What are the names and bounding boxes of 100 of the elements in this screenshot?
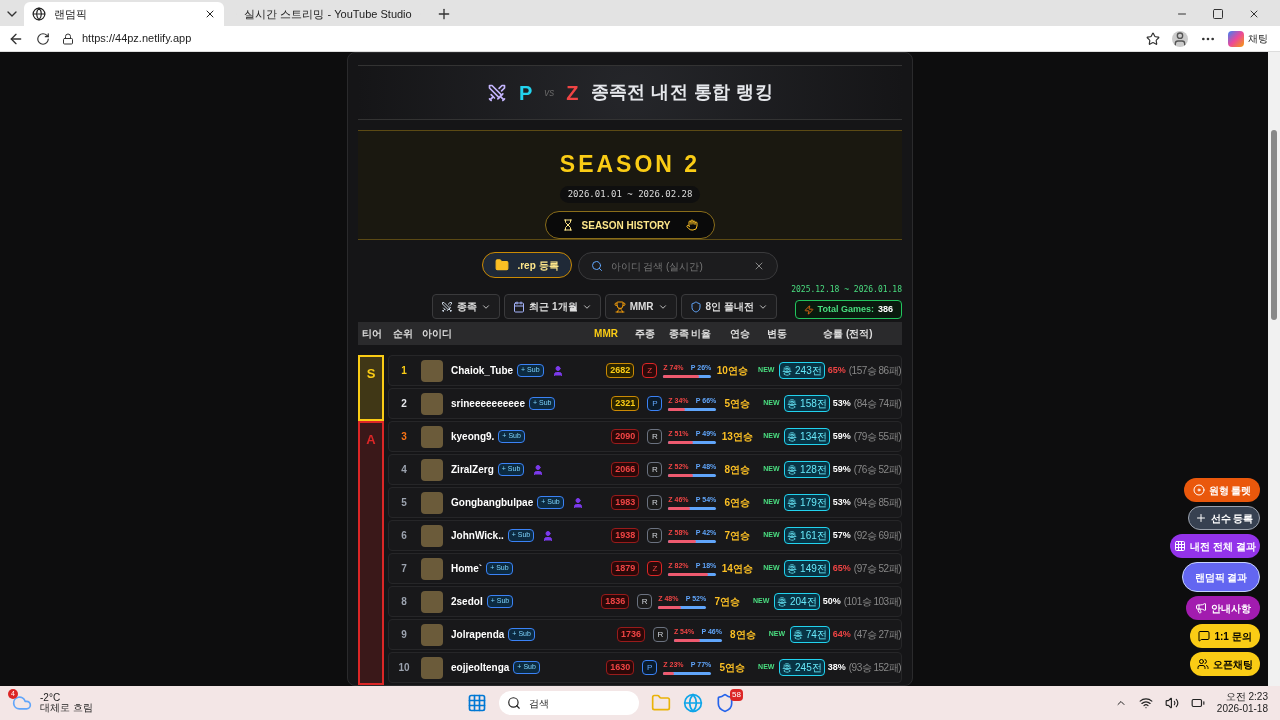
win-streak: 13연승 <box>720 430 754 444</box>
race-badge: P <box>642 660 658 675</box>
win-streak: 10연승 <box>715 364 749 378</box>
mmr-value: 2066 <box>611 461 640 478</box>
column-header: 변동 <box>766 327 788 342</box>
column-header: 티어 <box>362 327 383 342</box>
column-header: 아이디 <box>422 327 453 342</box>
mmr-value: 1983 <box>611 494 640 511</box>
player-name: Chaiok_Tube <box>451 364 514 378</box>
player-name: 2sedoI <box>451 595 483 609</box>
win-rate: 53% <box>832 495 851 509</box>
win-rate: 57% <box>832 528 851 542</box>
win-streak: 8연승 <box>729 628 757 642</box>
filter-dropdown[interactable]: 종족 <box>432 294 501 320</box>
column-header: MMR <box>593 327 619 342</box>
search-label: 검색 <box>529 696 549 711</box>
total-games: 총 245전 <box>779 659 825 676</box>
total-games: 총 179전 <box>784 494 830 511</box>
race-badge: R <box>647 429 663 444</box>
total-games: 총 128전 <box>784 461 830 478</box>
race-badge: R <box>647 495 663 510</box>
temperature: -2°C <box>40 693 62 703</box>
total-games: 총 158전 <box>784 395 830 412</box>
rank-number: 10 <box>397 661 411 675</box>
floating-button[interactable]: 내전 전체 결과 <box>1170 534 1260 558</box>
win-rate: 65% <box>827 363 846 377</box>
win-record: (84승 74패) <box>853 397 901 411</box>
rank-number: 7 <box>400 562 408 576</box>
floating-button[interactable]: 오픈채팅 <box>1190 652 1260 676</box>
column-header: 주종 <box>634 327 656 342</box>
browser-tab[interactable]: 랜덤픽 <box>24 2 224 26</box>
browser-tab[interactable]: 실시간 스트리밍 - YouTube Studio <box>228 2 428 26</box>
taskbar-search[interactable]: 검색 <box>499 691 639 715</box>
weather-text: 대체로 흐림 <box>40 703 93 713</box>
season-dates: 2026.01.01 ~ 2026.02.28 <box>559 185 701 204</box>
rank-number: 9 <box>400 628 408 642</box>
floating-button[interactable]: 안내사항 <box>1186 596 1260 620</box>
vs-text: vs <box>544 86 555 101</box>
mmr-value: 2682 <box>606 362 635 379</box>
player-name: srineeeeeeeeee <box>451 397 525 411</box>
win-record: (76승 52패) <box>853 463 901 477</box>
app-badge: 58 <box>730 689 743 701</box>
win-streak: 7연승 <box>723 529 752 543</box>
race-badge: R <box>647 528 663 543</box>
filter-dropdown[interactable]: 8인 풀내전 <box>680 294 777 320</box>
win-record: (92승 69패) <box>853 529 901 543</box>
win-streak: 6연승 <box>723 496 752 510</box>
url-text[interactable]: https://44pz.netlify.app <box>82 30 192 47</box>
win-record: (93승 152패) <box>848 661 901 675</box>
rank-number: 4 <box>400 463 408 477</box>
total-games: 총 204전 <box>774 593 820 610</box>
win-streak: 8연승 <box>723 463 752 477</box>
rank-number: 5 <box>400 496 408 510</box>
race-badge: R <box>652 627 668 642</box>
tab-title: 랜덤픽 <box>54 6 88 22</box>
search-input[interactable]: 아이디 검색 (실시간) <box>610 258 745 274</box>
win-record: (79승 55패) <box>853 430 901 444</box>
rank-number: 8 <box>400 595 408 609</box>
floating-button[interactable]: 랜덤픽 결과 <box>1182 562 1260 592</box>
column-header: 종족 비율 <box>667 327 713 342</box>
mmr-value: 2321 <box>611 395 640 412</box>
tier-label: S <box>358 355 384 421</box>
filter-dropdown[interactable]: MMR <box>604 294 677 320</box>
copilot-button[interactable]: 채팅 <box>1228 30 1272 47</box>
win-rate: 59% <box>832 462 851 476</box>
mmr-value: 1736 <box>616 626 645 643</box>
player-name: Jolrapenda <box>451 628 505 642</box>
mmr-value: 1836 <box>601 593 630 610</box>
clock-time: 오전 2:23 <box>1225 690 1268 703</box>
filter-dropdown[interactable]: 최근 1개월 <box>504 294 601 320</box>
column-header: 순위 <box>392 327 414 342</box>
floating-button[interactable]: 1:1 문의 <box>1190 624 1260 648</box>
race-badge: Z <box>647 561 663 576</box>
player-name: JohnWick.. <box>451 529 504 543</box>
upload-button[interactable]: .rep 등록 <box>482 252 572 279</box>
clock-date: 2026-01-18 <box>1216 703 1268 716</box>
player-name: ZiralZerg <box>451 463 494 477</box>
date-range: 2025.12.18 ~ 2026.01.18 <box>791 284 902 297</box>
win-rate: 53% <box>832 396 851 410</box>
mmr-value: 2090 <box>611 428 640 445</box>
rank-number: 6 <box>400 529 408 543</box>
rank-number: 1 <box>400 364 408 378</box>
total-games: 총 134전 <box>784 428 830 445</box>
search-box[interactable]: 아이디 검색 (실시간) <box>577 252 778 281</box>
race-badge: R <box>637 594 653 609</box>
win-rate: 65% <box>832 561 851 575</box>
floating-button[interactable]: 원형 룰렛 <box>1184 478 1260 502</box>
race-badge: R <box>647 462 663 477</box>
total-games-label: Total Games: <box>817 303 874 317</box>
season-history-button[interactable]: SEASON HISTORY <box>544 211 716 240</box>
race-badge: P <box>647 396 663 411</box>
mmr-value: 1879 <box>611 560 640 577</box>
win-streak: 14연승 <box>720 562 754 576</box>
win-streak: 5연승 <box>723 397 752 411</box>
total-games: 총 149전 <box>784 560 830 577</box>
total-games-value: 386 <box>877 303 893 317</box>
player-name: kyeong9. <box>451 430 495 444</box>
win-streak: 7연승 <box>713 595 741 609</box>
floating-button[interactable]: 선수 등록 <box>1188 506 1260 530</box>
race-letter: P <box>519 80 533 106</box>
